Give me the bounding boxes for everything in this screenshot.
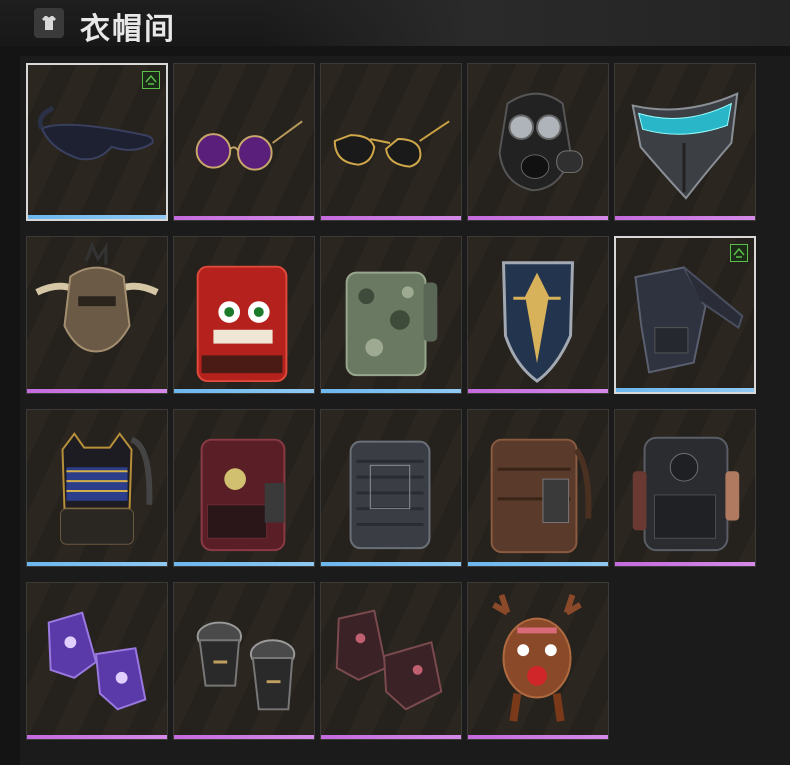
item-card-round-purple-sunglasses[interactable]: [173, 63, 315, 221]
brown-tactical-backpack-icon: [490, 438, 592, 554]
item-card-sunglasses-wrap[interactable]: [26, 63, 168, 221]
rarity-bar: [321, 389, 461, 393]
gas-mask-icon: [498, 92, 583, 192]
pharaoh-backpack-icon: [60, 432, 153, 545]
page-title: 衣帽间: [80, 12, 176, 47]
rarity-bar: [468, 389, 608, 393]
rarity-bar: [468, 216, 608, 220]
rarity-bar: [174, 389, 314, 393]
item-card-pharaoh-backpack[interactable]: [26, 409, 168, 567]
rarity-bar: [174, 216, 314, 220]
camo-backpack-icon: [345, 271, 438, 377]
owned-badge-icon: [142, 71, 160, 89]
rarity-bar: [468, 735, 608, 739]
dark-red-gloves-icon: [335, 609, 443, 711]
item-card-purple-gloves[interactable]: [26, 582, 168, 740]
item-card-sling-bag[interactable]: [614, 236, 756, 394]
item-card-armored-gloves[interactable]: [173, 582, 315, 740]
shield-backpack-icon: [501, 261, 575, 383]
cyber-visor-mask-icon: [631, 92, 739, 200]
item-card-camo-backpack[interactable]: [320, 236, 462, 394]
item-card-grey-tactical-backpack[interactable]: [320, 409, 462, 567]
rarity-bar: [321, 216, 461, 220]
item-card-cyber-visor-mask[interactable]: [614, 63, 756, 221]
horned-tribal-helmet-icon: [35, 241, 159, 353]
item-card-horned-tribal-helmet[interactable]: [26, 236, 168, 394]
rarity-bar: [616, 388, 754, 392]
item-card-red-tactical-backpack[interactable]: [173, 409, 315, 567]
reindeer-hat-icon: [492, 594, 582, 722]
purple-gloves-icon: [47, 611, 147, 711]
item-card-lion-dance-backpack[interactable]: [173, 236, 315, 394]
black-tactical-backpack-icon: [632, 436, 740, 552]
item-card-shield-backpack[interactable]: [467, 236, 609, 394]
round-purple-sunglasses-icon: [195, 120, 303, 171]
rarity-bar: [27, 562, 167, 566]
rarity-bar: [321, 735, 461, 739]
red-tactical-backpack-icon: [200, 438, 286, 552]
header-bar: 衣帽间: [0, 0, 790, 47]
armored-gloves-icon: [196, 621, 296, 711]
item-card-brown-tactical-backpack[interactable]: [467, 409, 609, 567]
item-card-dark-red-gloves[interactable]: [320, 582, 462, 740]
rarity-bar: [174, 562, 314, 566]
rarity-bar: [615, 216, 755, 220]
rarity-bar: [174, 735, 314, 739]
owned-badge-icon: [730, 244, 748, 262]
rarity-bar: [27, 735, 167, 739]
item-card-gas-mask[interactable]: [467, 63, 609, 221]
item-grid: [26, 63, 756, 740]
lion-dance-backpack-icon: [196, 265, 288, 383]
header-background: [260, 0, 790, 46]
rarity-bar: [468, 562, 608, 566]
item-card-aviator-sunglasses[interactable]: [320, 63, 462, 221]
rarity-bar: [321, 562, 461, 566]
rarity-bar: [28, 215, 166, 219]
wardrobe-icon: [34, 8, 64, 38]
rarity-bar: [27, 389, 167, 393]
rarity-bar: [615, 562, 755, 566]
item-card-reindeer-hat[interactable]: [467, 582, 609, 740]
item-card-black-tactical-backpack[interactable]: [614, 409, 756, 567]
aviator-sunglasses-icon: [333, 120, 450, 168]
grey-tactical-backpack-icon: [349, 440, 431, 550]
